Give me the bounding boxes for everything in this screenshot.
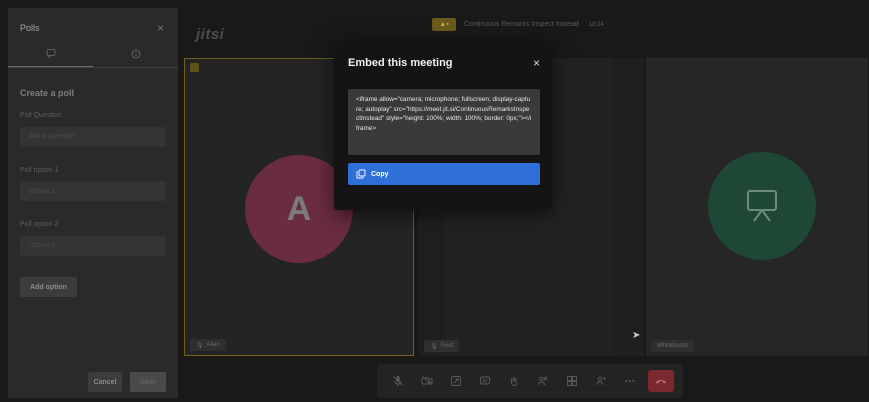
dialog-title: Embed this meeting — [348, 57, 453, 69]
microphone-icon[interactable] — [387, 370, 409, 392]
name-tag-allen: 🎙 Allen — [190, 339, 226, 351]
chat-icon[interactable] — [474, 370, 496, 392]
add-option-button[interactable]: Add option — [20, 277, 77, 297]
polls-header: Polls × — [8, 8, 178, 38]
chat-icon — [46, 49, 55, 58]
copy-button[interactable]: Copy — [348, 163, 540, 185]
jitsi-logo: jitsi — [196, 26, 224, 43]
whiteboard-tile[interactable]: Whiteboard — [646, 58, 868, 356]
invite-icon[interactable] — [590, 370, 612, 392]
raise-hand-icon[interactable] — [503, 370, 525, 392]
lock-icon: ▲▪ — [432, 18, 456, 31]
whiteboard-icon — [747, 190, 777, 222]
poll-question-label: Poll Question — [20, 112, 62, 119]
name-tag-fred: 🎙 Fred — [424, 340, 459, 352]
cancel-button[interactable]: Cancel — [88, 372, 122, 392]
hangup-icon[interactable] — [647, 370, 674, 392]
participants-icon[interactable] — [532, 370, 554, 392]
poll-option-1-label: Poll option 1 — [20, 166, 59, 174]
polls-footer: Cancel Save — [8, 372, 178, 392]
save-button[interactable]: Save — [130, 372, 166, 392]
logo-text: jitsi — [196, 26, 225, 43]
more-icon[interactable] — [619, 370, 641, 392]
tab-chat[interactable] — [8, 40, 93, 67]
polls-panel: Polls × Create a poll Poll Question Poll… — [8, 8, 178, 398]
info-icon — [131, 49, 140, 58]
participant-name: Allen — [206, 342, 220, 348]
mouse-cursor-icon: ➤ — [632, 330, 641, 341]
polls-tabs — [8, 40, 178, 68]
dominant-speaker-icon — [190, 63, 199, 72]
poll-option-2-input[interactable] — [20, 235, 166, 256]
copy-label: Copy — [371, 170, 389, 178]
dialog-header: Embed this meeting × — [348, 56, 540, 70]
share-screen-icon[interactable] — [445, 370, 467, 392]
participant-tile-gap-2 — [612, 58, 644, 356]
camera-icon[interactable] — [416, 370, 438, 392]
name-tag-whiteboard: Whiteboard — [651, 340, 694, 352]
poll-question-input[interactable] — [20, 126, 166, 147]
muted-mic-icon: 🎙 — [430, 343, 438, 350]
participant-name: Whiteboard — [657, 343, 688, 349]
polls-title: Polls — [20, 23, 40, 33]
participant-name: Fred — [440, 343, 453, 349]
create-poll-title: Create a poll — [20, 88, 75, 98]
meeting-name: Continuous Remarks Inspect Instead — [464, 21, 579, 28]
embed-meeting-dialog: Embed this meeting × <iframe allow="came… — [334, 42, 552, 210]
app-root: Polls × Create a poll Poll Question Poll… — [0, 0, 869, 402]
embed-code-box[interactable]: <iframe allow="camera; microphone; fulls… — [348, 89, 540, 155]
meeting-timer: 18:24 — [588, 21, 604, 28]
tab-polls[interactable] — [93, 40, 178, 67]
whiteboard-avatar — [708, 152, 816, 260]
poll-option-1-input[interactable] — [20, 181, 166, 201]
meeting-topbar: ▲▪ Continuous Remarks Inspect Instead 18… — [432, 18, 604, 31]
polls-body: Create a poll Poll Question Poll option … — [8, 68, 178, 297]
copy-icon — [356, 169, 366, 179]
tile-view-icon[interactable] — [561, 370, 583, 392]
close-icon[interactable]: × — [533, 56, 540, 70]
muted-mic-icon: 🎙 — [196, 342, 204, 349]
poll-option-2-label: Poll option 2 — [20, 221, 59, 228]
close-icon[interactable]: × — [157, 21, 164, 35]
meeting-toolbar — [377, 364, 683, 398]
